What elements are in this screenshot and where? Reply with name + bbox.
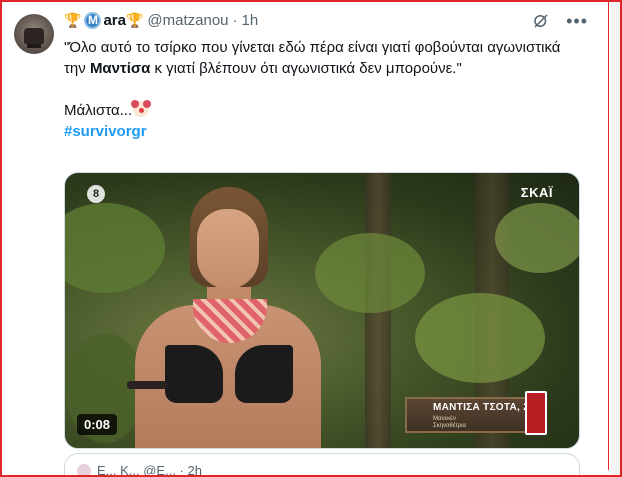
tweet-text-line: την Μαντίσα κ γιατί βλέπουν ότι αγωνιστι… bbox=[64, 58, 592, 79]
timestamp[interactable]: 1h bbox=[242, 12, 259, 29]
display-name[interactable]: ara bbox=[103, 12, 126, 29]
lower-third-name: ΜΑΝΤΙΣΑ ΤΣΟΤΑ, 27 bbox=[433, 402, 535, 413]
tweet-text-line: "Όλο αυτό το τσίρκο που γίνεται εδώ πέρα… bbox=[64, 39, 561, 56]
tweet-text-segment: κ γιατί βλέπουν ότι αγωνιστικά δεν μπορο… bbox=[150, 60, 462, 77]
survivor-badge-icon bbox=[525, 391, 547, 435]
header-actions: ••• bbox=[532, 12, 588, 30]
hashtag-link[interactable]: #survivorgr bbox=[64, 121, 592, 142]
video-person-image bbox=[127, 187, 321, 448]
separator-dot: · bbox=[232, 11, 238, 29]
video-duration: 0:08 bbox=[77, 414, 118, 435]
avatar-chair-image bbox=[24, 28, 44, 48]
lower-third-sub-line: Σκηνοθέτρια bbox=[433, 423, 466, 429]
user-handle[interactable]: @matzanou bbox=[147, 12, 228, 29]
tweet-text-bold: Μαντίσα bbox=[89, 60, 151, 77]
video-player[interactable]: 8 ΣΚΑΪ ΜΑΝΤΙΣΑ ΤΣΟΤΑ, 27 Μανεκέν Σκηνοθέ… bbox=[64, 172, 580, 449]
lower-third-sub-line: Μανεκέν bbox=[433, 416, 456, 422]
tweet-header: 🏆 M ara 🏆 @matzanou · 1h ••• bbox=[64, 10, 592, 30]
channel-logo: ΣΚΑΪ bbox=[520, 185, 553, 200]
trophy-icon: 🏆 bbox=[125, 12, 144, 28]
clown-emoji-icon bbox=[131, 100, 152, 117]
lower-third-caption: ΜΑΝΤΙΣΑ ΤΣΟΤΑ, 27 Μανεκέν Σκηνοθέτρια bbox=[405, 397, 543, 433]
quoted-tweet[interactable]: Ε... Κ... @Ε... · 2h bbox=[64, 453, 580, 477]
channel-corner-logo: 8 bbox=[87, 185, 105, 203]
lower-third-subtitle: Μανεκέν Σκηνοθέτρια bbox=[433, 416, 466, 430]
avatar[interactable] bbox=[14, 14, 54, 54]
display-name-prefix[interactable]: M bbox=[84, 11, 102, 29]
scrollbar[interactable] bbox=[611, 2, 620, 475]
tweet-text-segment: την bbox=[64, 60, 90, 77]
more-icon[interactable]: ••• bbox=[566, 12, 588, 30]
tweet-text-segment: Μάλιστα... bbox=[64, 102, 133, 119]
grok-icon[interactable] bbox=[532, 12, 550, 30]
tweet-content: 🏆 M ara 🏆 @matzanou · 1h ••• "Όλο αυτό τ… bbox=[64, 10, 592, 477]
trophy-icon: 🏆 bbox=[64, 12, 82, 28]
quoted-avatar bbox=[77, 464, 91, 477]
tweet-text-line: Μάλιστα... bbox=[64, 100, 592, 121]
tweet-text: "Όλο αυτό το τσίρκο που γίνεται εδώ πέρα… bbox=[64, 37, 592, 142]
quoted-header: Ε... Κ... @Ε... · 2h bbox=[97, 463, 202, 477]
